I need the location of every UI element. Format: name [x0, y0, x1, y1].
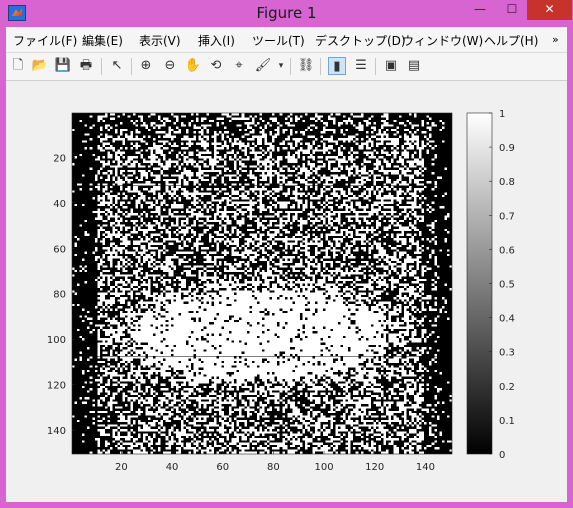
menu-view[interactable]: 表示(V)	[139, 32, 181, 49]
menu-overflow-icon[interactable]: »	[552, 33, 559, 46]
pan-hand-icon[interactable]: ✋	[184, 57, 202, 75]
y-tick-label: 60	[53, 244, 66, 255]
insert-colorbar-icon[interactable]: ▮	[328, 57, 346, 75]
open-file-icon[interactable]: 📂	[31, 57, 49, 75]
brush-icon[interactable]: 🖌	[254, 57, 272, 75]
save-icon[interactable]: 💾	[54, 57, 72, 75]
y-tick-label: 80	[53, 290, 66, 301]
maximize-button[interactable]: ☐	[498, 0, 526, 20]
y-tick-label: 20	[53, 153, 66, 164]
figure-canvas: 20 40 60 80 100 120 140 20 40 60 80 100 120 140 0 0.1 0…	[6, 81, 567, 502]
show-plot-tools-icon[interactable]: ▤	[405, 57, 423, 75]
image-axes[interactable]: 20 40 60 80 100 120 140 20 40 60 80 100 120 140	[47, 112, 453, 473]
colorbar-tick-label: 0.2	[499, 382, 515, 393]
menu-edit[interactable]: 編集(E)	[82, 32, 123, 49]
figure-window: Figure 1 — ☐ ✕ ファイル(F) 編集(E) 表示(V) 挿入(I)…	[0, 0, 573, 508]
y-tick-label: 120	[47, 381, 66, 392]
plot-svg: 20 40 60 80 100 120 14020406080100120140 00.10…	[47, 109, 515, 473]
y-tick-label: 140	[47, 426, 66, 437]
y-tick-label: 100	[47, 335, 66, 346]
menu-window[interactable]: ウィンドウ(W)	[402, 32, 483, 49]
colorbar-tick-label: 0.8	[499, 177, 515, 188]
toolbar-separator	[131, 58, 132, 75]
close-button[interactable]: ✕	[527, 0, 572, 20]
x-tick-label: 140	[416, 462, 435, 473]
colorbar-tick-label: 0.7	[499, 211, 515, 222]
colorbar-tick-label: 0.3	[499, 348, 515, 359]
figure-client-area: ファイル(F) 編集(E) 表示(V) 挿入(I) ツール(T) デスクトップ(…	[6, 27, 567, 502]
colorbar-tick-label: 0.5	[499, 280, 515, 291]
y-tick-label: 40	[53, 199, 66, 210]
insert-legend-icon[interactable]: ☰	[352, 57, 370, 75]
title-bar[interactable]: Figure 1 — ☐ ✕	[0, 0, 573, 27]
hide-plot-tools-icon[interactable]: ▣	[382, 57, 400, 75]
toolbar-separator	[290, 58, 291, 75]
pointer-icon[interactable]: ↖	[108, 57, 126, 75]
zoom-in-icon[interactable]: ⊕	[137, 57, 155, 75]
menu-tools[interactable]: ツール(T)	[252, 32, 305, 49]
x-tick-label: 20	[115, 462, 128, 473]
colorbar[interactable]: 0 0.1 0.2 0.3 0.4 0.5 0.6 0.7 0.8 0.9 1	[466, 109, 515, 461]
x-tick-label: 120	[365, 462, 384, 473]
colorbar-tick-label: 0.4	[499, 314, 515, 325]
colorbar-gradient	[466, 112, 493, 455]
new-figure-icon[interactable]: 🗋	[9, 57, 27, 75]
menu-file[interactable]: ファイル(F)	[13, 32, 77, 49]
menu-help[interactable]: ヘルプ(H)	[484, 32, 538, 49]
colorbar-tick-label: 0.6	[499, 245, 515, 256]
link-plot-icon[interactable]: ⛓	[297, 57, 315, 75]
x-tick-label: 60	[216, 462, 229, 473]
menu-bar: ファイル(F) 編集(E) 表示(V) 挿入(I) ツール(T) デスクトップ(…	[6, 27, 567, 53]
colorbar-tick-label: 1	[499, 109, 505, 120]
x-tick-label: 80	[267, 462, 280, 473]
menu-insert[interactable]: 挿入(I)	[198, 32, 235, 49]
menu-desktop[interactable]: デスクトップ(D)	[315, 32, 406, 49]
minimize-button[interactable]: —	[466, 0, 494, 20]
colorbar-tick-label: 0.1	[499, 416, 515, 427]
x-tick-label: 100	[315, 462, 334, 473]
toolbar-separator	[375, 58, 376, 75]
zoom-out-icon[interactable]: ⊖	[161, 57, 179, 75]
toolbar-separator	[320, 58, 321, 75]
print-icon[interactable]: 🖶	[77, 57, 95, 75]
rotate-3d-icon[interactable]: ⟲	[207, 57, 225, 75]
x-tick-label: 40	[166, 462, 179, 473]
data-cursor-icon[interactable]: ⌖	[230, 57, 248, 75]
colorbar-tick-label: 0	[499, 450, 505, 461]
toolbar-separator	[101, 58, 102, 75]
toolbar: 🗋 📂 💾 🖶 ↖ ⊕ ⊖ ✋ ⟲ ⌖ 🖌 ▾ ⛓ ▮ ☰ ▣ ▤	[6, 53, 567, 81]
brush-dropdown-icon[interactable]: ▾	[277, 57, 285, 75]
colorbar-tick-label: 0.9	[499, 143, 515, 154]
